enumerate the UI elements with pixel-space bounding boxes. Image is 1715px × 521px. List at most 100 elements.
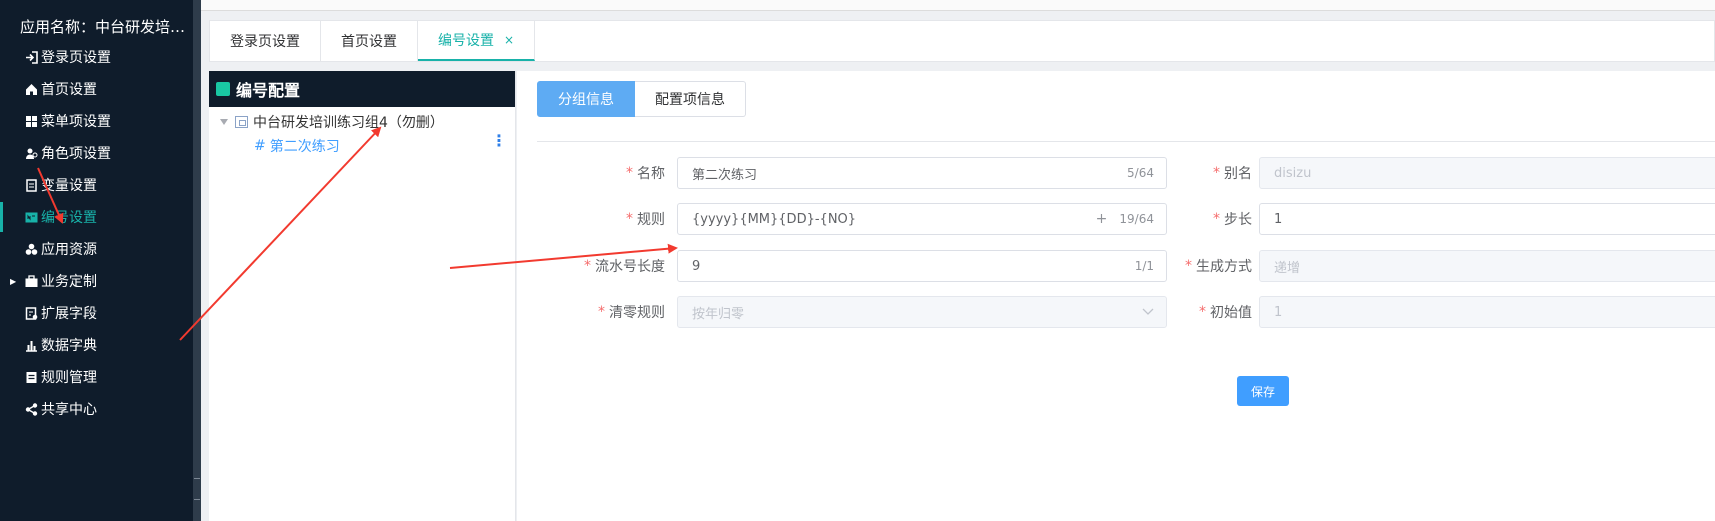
input-value: 1 (1274, 304, 1283, 320)
sidebar-item-login[interactable]: 登录页设置 (0, 40, 193, 74)
input-value: 第二次练习 (692, 167, 758, 183)
expand-caret-icon[interactable]: ▶ (10, 277, 16, 286)
tab-bar: 登录页设置 首页设置 编号设置 × (209, 20, 1715, 62)
label-text: 生成方式 (1196, 259, 1252, 275)
input-value: 1 (1274, 211, 1283, 227)
rule-label: * 规则 (577, 203, 665, 235)
sidebar-item-label: 登录页设置 (41, 50, 111, 66)
required-mark: * (584, 258, 591, 274)
sidebar-item-dictionary[interactable]: 数据字典 (0, 328, 193, 362)
char-count: 19/64 (1119, 212, 1154, 226)
bar-chart-icon (24, 338, 38, 352)
step-label: * 步长 (1177, 203, 1252, 235)
label-text: 别名 (1224, 166, 1252, 182)
initial-label: * 初始值 (1177, 296, 1252, 328)
more-options-icon[interactable]: ⋮ (491, 133, 507, 149)
sidebar-item-label: 编号设置 (41, 210, 97, 226)
subtab-group-info[interactable]: 分组信息 (537, 81, 635, 117)
gen-mode-input[interactable]: 递增 (1259, 250, 1715, 282)
required-mark: * (1185, 258, 1192, 274)
sidebar-item-resources[interactable]: 应用资源 (0, 232, 193, 266)
sidebar-item-label: 规则管理 (41, 370, 97, 386)
resize-grip-icon (194, 478, 200, 500)
close-icon[interactable]: × (504, 33, 514, 47)
sidebar-item-label: 首页设置 (41, 82, 97, 98)
alias-input[interactable]: disizu (1259, 157, 1715, 189)
input-value: {yyyy}{MM}{DD}-{NO} (692, 211, 857, 227)
divider (537, 141, 1715, 142)
required-mark: * (1213, 165, 1220, 181)
document-icon (24, 178, 38, 192)
initial-input[interactable]: 1 (1259, 296, 1715, 328)
sidebar-item-label: 变量设置 (41, 178, 97, 194)
tab-home-settings[interactable]: 首页设置 (321, 21, 418, 61)
tab-numbering-settings[interactable]: 编号设置 × (418, 21, 536, 61)
tree-collapse-caret-icon[interactable] (220, 119, 228, 125)
tab-login-settings[interactable]: 登录页设置 (210, 21, 321, 61)
step-input[interactable]: 1 (1259, 203, 1715, 235)
label-text: 步长 (1224, 212, 1252, 228)
resources-icon (24, 242, 38, 256)
rule-input[interactable]: {yyyy}{MM}{DD}-{NO} +19/64 (677, 203, 1167, 235)
sidebar-item-label: 扩展字段 (41, 306, 97, 322)
sidebar-item-share[interactable]: 共享中心 (0, 392, 193, 426)
briefcase-icon (24, 274, 38, 288)
tree-node-child[interactable]: # 第二次练习 (254, 136, 340, 156)
tree-panel-header: 编号配置 (209, 71, 515, 107)
required-mark: * (626, 211, 633, 227)
save-button[interactable]: 保存 (1237, 376, 1289, 406)
char-count: 5/64 (1127, 166, 1154, 180)
sidebar-resize-handle[interactable] (193, 0, 201, 521)
numbering-tree-panel: 编号配置 中台研发培训练习组4（勿删） # 第二次练习 ⋮ (209, 71, 516, 521)
tree-node-label: 中台研发培训练习组4（勿删） (253, 115, 444, 131)
label-text: 规则 (637, 212, 665, 228)
sidebar-item-label: 数据字典 (41, 338, 97, 354)
sidebar-item-variable[interactable]: 变量设置 (0, 168, 193, 202)
required-mark: * (1213, 211, 1220, 227)
required-mark: * (598, 304, 605, 320)
hash-icon: # (254, 138, 266, 154)
users-icon (24, 146, 38, 160)
serial-length-input[interactable]: 9 1/1 (677, 250, 1167, 282)
panel-header-icon (216, 82, 230, 96)
label-text: 名称 (637, 166, 665, 182)
org-group-icon (235, 116, 248, 128)
grid-icon (24, 114, 38, 128)
sidebar-item-label: 应用资源 (41, 242, 97, 258)
sidebar-item-rules[interactable]: 规则管理 (0, 360, 193, 394)
app-name: 应用名称：中台研发培训练习组4（勿删） (20, 18, 192, 36)
plus-icon[interactable]: + (1096, 211, 1108, 227)
numbering-icon (24, 210, 38, 224)
label-text: 清零规则 (609, 305, 665, 321)
input-value: 递增 (1274, 260, 1301, 276)
sidebar-item-menu[interactable]: 菜单项设置 (0, 104, 193, 138)
sidebar-item-home[interactable]: 首页设置 (0, 72, 193, 106)
sidebar-item-label: 菜单项设置 (41, 114, 111, 130)
label-text: 流水号长度 (595, 259, 665, 275)
tab-label: 首页设置 (341, 34, 397, 50)
tab-label: 登录页设置 (230, 34, 300, 50)
sidebar-item-role[interactable]: 角色项设置 (0, 136, 193, 170)
home-icon (24, 82, 38, 96)
tab-label: 编号设置 (438, 33, 494, 49)
reset-rule-label: * 清零规则 (557, 296, 665, 328)
name-input[interactable]: 第二次练习 5/64 (677, 157, 1167, 189)
sidebar-item-numbering[interactable]: 编号设置 (0, 200, 193, 234)
subtab-config-info[interactable]: 配置项信息 (635, 81, 746, 117)
label-text: 初始值 (1210, 305, 1252, 321)
char-count: 1/1 (1134, 259, 1154, 273)
sidebar-item-label: 共享中心 (41, 402, 97, 418)
sidebar-item-label: 业务定制 (41, 274, 97, 290)
sidebar-item-extend-fields[interactable]: 扩展字段 (0, 296, 193, 330)
serial-length-label: * 流水号长度 (557, 250, 665, 282)
alias-label: * 别名 (1177, 157, 1252, 189)
share-icon (24, 402, 38, 416)
sidebar-item-business[interactable]: ▶ 业务定制 (0, 264, 193, 298)
login-icon (24, 50, 38, 64)
required-mark: * (626, 165, 633, 181)
tree-node-group[interactable]: 中台研发培训练习组4（勿删） (220, 112, 444, 132)
gen-mode-label: * 生成方式 (1157, 250, 1252, 282)
required-mark: * (1199, 304, 1206, 320)
sidebar-item-label: 角色项设置 (41, 146, 111, 162)
reset-rule-select[interactable]: 按年归零 (677, 296, 1167, 328)
